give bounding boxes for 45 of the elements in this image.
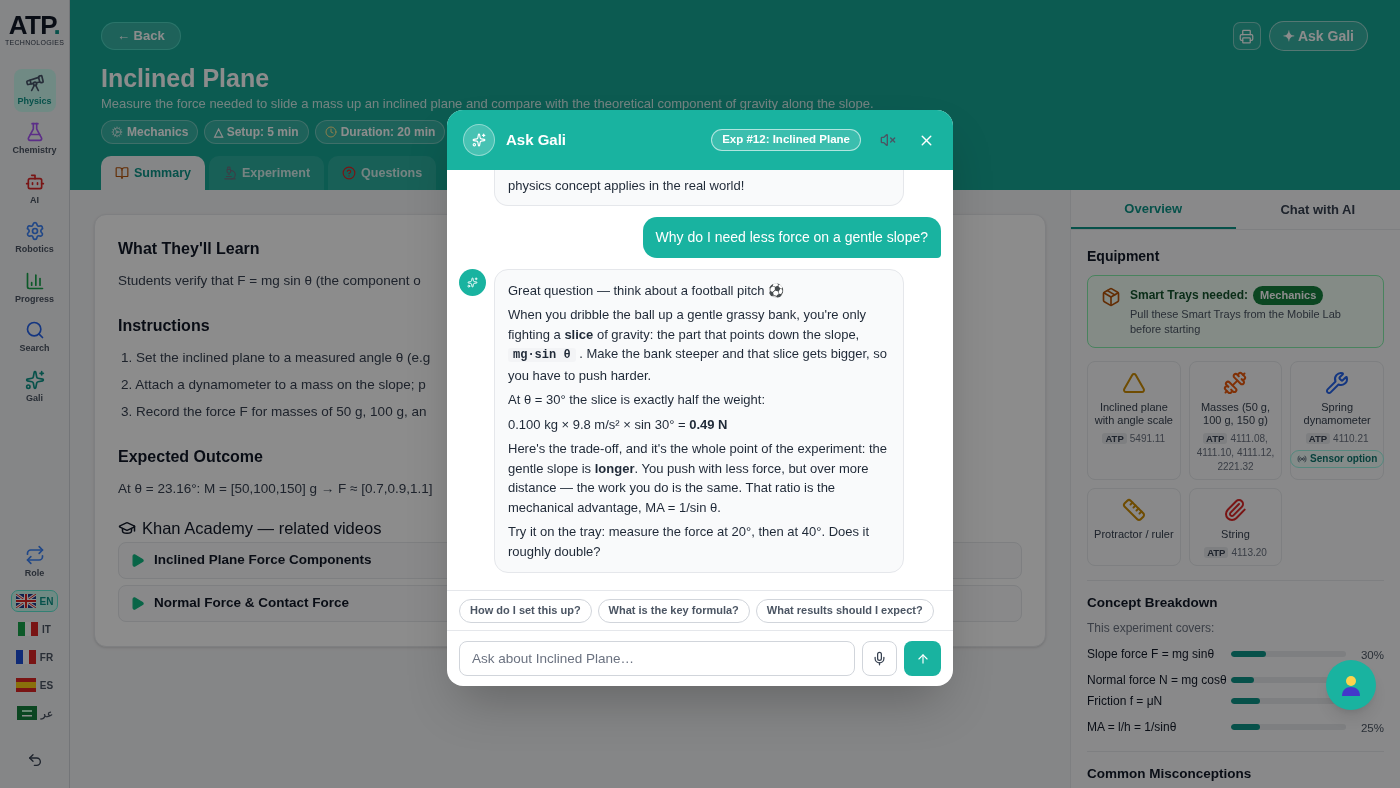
message-paragraph: Here's the trade-off, and it's the whole point of the experiment: the gentle slope is longer. You push with less force, but over more distance — the work you do is the same. That ratio is the mechanical advantage, MA = 1/sin θ. (508, 440, 889, 517)
equipment-name: Protractor / ruler (1093, 527, 1175, 541)
product-code: ATP 4113.20 (1200, 544, 1271, 559)
notice-text: Pull these Smart Trays from the Mobile Lab before starting (1130, 306, 1342, 337)
product-code: ATP 5491.11 (1098, 430, 1170, 445)
notice-title: Smart Trays needed: (1130, 287, 1249, 305)
instruction-step: 2. Attach a dynamometer to a mass on the slope; p (121, 375, 426, 395)
sensor-tag: Sensor option (1290, 449, 1385, 468)
message-paragraph: Great question — think about a football pitch ⚽ (508, 281, 786, 300)
concept-label: Slope force F = mg sinθ (1087, 646, 1216, 661)
page-title: Inclined Plane (101, 63, 271, 93)
message-paragraph: At θ = 30° the slice is exactly half the weight: (508, 391, 767, 409)
logo: ATP. (8, 12, 61, 38)
section-heading: Common Misconceptions (1087, 764, 1253, 783)
section-heading: Concept Breakdown (1087, 593, 1219, 612)
equipment-name: Masses (50 g, 100 g, 150 g) (1199, 400, 1272, 427)
section-text: At θ = 23.16°: M = [50,100,150] g → F ≈ [0.7,0.9,1.1] (118, 480, 433, 498)
section-text: Students verify that F = mg sin θ (the component o (118, 272, 421, 290)
message-paragraph: Try it on the tray: measure the force at 20°, then at 40°. Does it roughly double? (508, 523, 871, 561)
product-code: ATP 4110.21 (1301, 430, 1373, 445)
user-message: Why do I need less force on a gentle slope? (642, 216, 941, 258)
concept-label: MA = l/h = 1/sinθ (1087, 719, 1178, 734)
section-heading: Instructions (118, 316, 210, 336)
equipment-name: Spring dynamometer (1302, 400, 1372, 427)
section-heading: Equipment (1087, 247, 1161, 266)
equipment-name: Inclined plane with angle scale (1093, 400, 1174, 427)
equipment-name: String (1220, 527, 1251, 541)
product-code: ATP 4111.08, 4111.10, 4111.12, 2221.32 (1195, 431, 1276, 473)
experiment-badge: Exp #12: Inclined Plane (711, 129, 861, 151)
message-paragraph: physics concept applies in the real world! (508, 177, 746, 195)
concept-label: Normal force N = mg cosθ (1087, 672, 1228, 687)
page-subtitle: Measure the force needed to slide a mass up an inclined plane and compare with the theoretical component of gravity along the slope. (101, 95, 875, 113)
concept-label: Friction f = μN (1087, 693, 1164, 708)
message-paragraph: 0.100 kg × 9.8 m/s² × sin 30° = 0.49 N (508, 415, 729, 434)
topic-tag: Mechanics (1253, 286, 1324, 305)
dialog-title: Ask Gali (506, 129, 567, 150)
section-heading: Expected Outcome (118, 447, 263, 467)
videos-heading: Khan Academy — related videos (142, 518, 382, 539)
section-heading: What They'll Learn (118, 239, 260, 259)
message-paragraph: When you dribble the ball up a gentle grassy bank, you're only fighting a slice of gravity: the part that points down the slope, mg·sin θ . Make the bank steeper and that slice gets bigger, so you have to push harder. (508, 306, 889, 385)
instruction-step: 3. Record the force F for masses of 50 g, 100 g, an (121, 402, 427, 422)
concepts-intro: This experiment covers: (1087, 619, 1216, 637)
concept-percent: 25% (1360, 721, 1384, 734)
instruction-step: 1. Set the inclined plane to a measured angle θ (e.g (121, 348, 431, 368)
concept-percent: 30% (1360, 648, 1384, 661)
